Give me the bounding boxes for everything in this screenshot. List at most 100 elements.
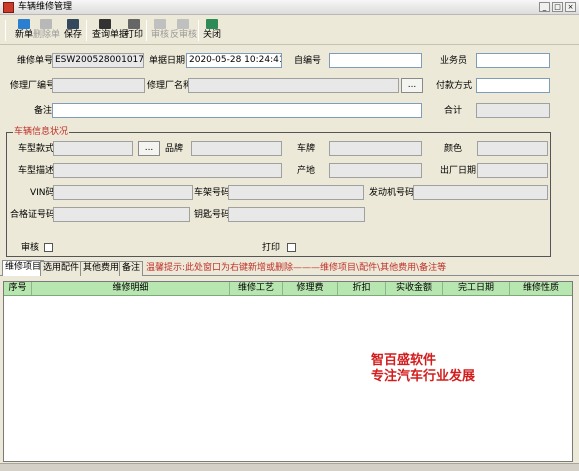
column-header[interactable]: 修理费 xyxy=(283,282,338,295)
factory-date-field[interactable] xyxy=(477,163,548,178)
print-checkbox[interactable] xyxy=(287,243,296,252)
audit-checkbox[interactable] xyxy=(44,243,53,252)
remark-label: 备注 xyxy=(34,106,53,116)
frame-label: 车架号码 xyxy=(194,188,231,198)
unaudit-button[interactable]: 反审核 xyxy=(170,17,198,44)
title-bar: 车辆维修管理 _ □ × xyxy=(0,0,579,15)
origin-field[interactable] xyxy=(329,163,422,178)
window-title: 车辆维修管理 xyxy=(18,2,73,12)
status-bar xyxy=(0,463,579,471)
total-label: 合计 xyxy=(444,106,463,116)
column-header[interactable]: 序号 xyxy=(4,282,32,295)
new-document-icon xyxy=(18,19,30,29)
save-button[interactable]: 保存 xyxy=(60,17,86,44)
query-button-label: 查询单据 xyxy=(92,30,129,40)
exit-icon xyxy=(206,19,218,29)
select-model-button[interactable]: ... xyxy=(138,141,160,156)
key-field[interactable] xyxy=(228,207,365,222)
tab-parts[interactable]: 选用配件 xyxy=(40,261,83,276)
shop-name-field[interactable] xyxy=(188,78,399,93)
column-header[interactable]: 折扣 xyxy=(338,282,386,295)
app-icon xyxy=(3,2,14,13)
order-no-label: 维修单号 xyxy=(17,56,54,66)
close-window-button[interactable]: × xyxy=(565,2,576,12)
origin-label: 产地 xyxy=(297,166,316,176)
toolbar: 新单 删除单 保存 查询单据 打印 审核 反审核 关闭 xyxy=(0,16,579,45)
unaudit-button-label: 反审核 xyxy=(170,30,198,40)
model-desc-field[interactable] xyxy=(53,163,282,178)
toolbar-separator xyxy=(5,20,6,41)
select-shop-button[interactable]: ... xyxy=(401,78,423,93)
unaudit-icon xyxy=(177,19,189,29)
engine-field[interactable] xyxy=(413,185,548,200)
audit-icon xyxy=(154,19,166,29)
delete-button-label: 删除单 xyxy=(33,30,61,40)
key-label: 钥匙号码 xyxy=(194,210,231,220)
custom-no-label: 自编号 xyxy=(294,56,322,66)
frame-field[interactable] xyxy=(228,185,364,200)
query-button[interactable]: 查询单据 xyxy=(92,17,129,44)
brand-field[interactable] xyxy=(191,141,282,156)
watermark-line: 专注汽车行业发展 xyxy=(371,369,476,384)
pay-method-field[interactable] xyxy=(476,78,550,93)
model-field[interactable] xyxy=(53,141,133,156)
save-icon xyxy=(67,19,79,29)
total-field xyxy=(476,103,550,118)
close-button-label: 关闭 xyxy=(202,30,221,40)
watermark-line: 智百盛软件 xyxy=(371,353,437,368)
plate-field[interactable] xyxy=(329,141,422,156)
column-header[interactable]: 完工日期 xyxy=(443,282,510,295)
print-button-label: 打印 xyxy=(124,30,143,40)
delete-icon xyxy=(40,19,52,29)
watermark: 智百盛软件 专注汽车行业发展 xyxy=(371,353,475,385)
cert-label: 合格证号码 xyxy=(10,210,56,220)
brand-label: 品牌 xyxy=(165,144,184,154)
remark-field[interactable] xyxy=(52,103,422,118)
delete-button[interactable]: 删除单 xyxy=(33,17,61,44)
factory-date-label: 出厂日期 xyxy=(440,166,477,176)
salesman-label: 业务员 xyxy=(440,56,468,66)
save-button-label: 保存 xyxy=(63,30,82,40)
order-date-label: 单据日期 xyxy=(149,56,186,66)
detail-tabs: 维修项目 选用配件 其他费用 备注 温馨提示:此处窗口为右键新增或删除———维修… xyxy=(0,259,579,276)
repair-items-grid[interactable]: 序号 维修明细 维修工艺 修理费 折扣 实收金额 完工日期 维修性质 智百盛软件… xyxy=(3,281,573,462)
custom-no-field[interactable] xyxy=(329,53,422,68)
column-header[interactable]: 维修性质 xyxy=(510,282,572,295)
vehicle-info-group: 车辆信息状况 车型款式 ... 品牌 车牌 颜色 车型描述 产地 出厂日期 VI… xyxy=(6,127,551,257)
order-date-field[interactable]: 2020-05-28 10:24:41 xyxy=(186,53,282,68)
vin-field[interactable] xyxy=(53,185,193,200)
print-button[interactable]: 打印 xyxy=(121,17,147,44)
order-no-field[interactable]: ESW2005280010173 xyxy=(52,53,144,68)
model-desc-label: 车型描述 xyxy=(18,166,55,176)
model-label: 车型款式 xyxy=(18,144,55,154)
print-flag-label: 打印 xyxy=(262,243,281,253)
pay-method-label: 付款方式 xyxy=(436,81,473,91)
engine-label: 发动机号码 xyxy=(369,188,415,198)
shop-code-field[interactable] xyxy=(52,78,145,93)
minimize-button[interactable]: _ xyxy=(539,2,550,12)
shop-code-label: 修理厂编号 xyxy=(10,81,56,91)
toolbar-separator xyxy=(86,20,87,41)
maximize-button[interactable]: □ xyxy=(552,2,563,12)
order-form: 维修单号 ESW2005280010173 单据日期 2020-05-28 10… xyxy=(0,46,579,258)
plate-label: 车牌 xyxy=(297,144,316,154)
shop-name-label: 修理厂名称 xyxy=(147,81,193,91)
audit-flag-label: 审核 xyxy=(21,243,40,253)
color-label: 颜色 xyxy=(444,144,463,154)
column-header[interactable]: 实收金额 xyxy=(386,282,443,295)
close-button[interactable]: 关闭 xyxy=(199,17,225,44)
cert-field[interactable] xyxy=(53,207,190,222)
column-header[interactable]: 维修工艺 xyxy=(230,282,283,295)
tab-other-fees[interactable]: 其他费用 xyxy=(80,261,123,276)
grid-header: 序号 维修明细 维修工艺 修理费 折扣 实收金额 完工日期 维修性质 xyxy=(4,282,572,296)
printer-icon xyxy=(128,19,140,29)
salesman-field[interactable] xyxy=(476,53,550,68)
binoculars-icon xyxy=(99,19,111,29)
vin-label: VIN码 xyxy=(30,188,55,198)
color-field[interactable] xyxy=(477,141,548,156)
hint-text: 温馨提示:此处窗口为右键新增或删除———维修项目\配件\其他费用\备注等 xyxy=(146,263,447,273)
tab-repair-items[interactable]: 维修项目 xyxy=(2,260,45,276)
tab-remarks[interactable]: 备注 xyxy=(119,261,144,276)
vehicle-info-title: 车辆信息状况 xyxy=(13,127,70,138)
column-header[interactable]: 维修明细 xyxy=(32,282,230,295)
